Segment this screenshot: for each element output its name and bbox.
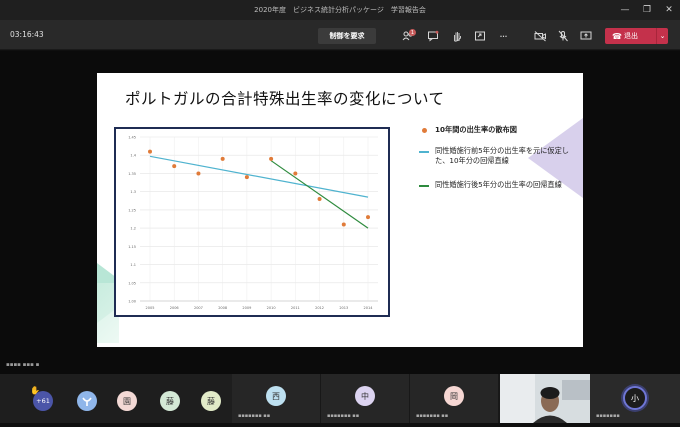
leave-button[interactable]: ☎ 退出 ⌄ (605, 28, 668, 44)
legend-label: 同性婚施行前5年分の出生率を元に仮定した、10年分の回帰直線 (435, 146, 569, 165)
data-point (220, 156, 225, 161)
slide-title: ポルトガルの合計特殊出生率の変化について (125, 90, 445, 108)
avatar[interactable]: 藤 (201, 391, 221, 411)
participant-name: ▪▪▪▪▪▪▪ ▪▪ (327, 413, 360, 419)
legend-item-scatter: 10年間の出生率の散布図 (419, 125, 569, 135)
avatar[interactable] (77, 391, 97, 411)
x-tick-label: 2006 (170, 306, 179, 310)
window-title-bar: 2020年度 ビジネス統計分析パッケージ 学習報告会 (0, 0, 680, 20)
data-point (293, 171, 298, 176)
minimize-icon[interactable]: — (614, 0, 636, 20)
data-point (366, 215, 370, 220)
self-tile[interactable]: 小 ▪▪▪▪▪▪▪ (590, 374, 680, 423)
legend-item-pre-regression: 同性婚施行前5年分の出生率を元に仮定した、10年分の回帰直線 (419, 146, 569, 166)
x-tick-label: 2005 (146, 306, 155, 310)
participants-badge: 1 (409, 29, 416, 36)
legend-marker-line (419, 185, 429, 187)
scatter-chart: 1.45 1.4 1.35 1.3 1.25 1.2 1.15 1.1 1.05 1.00 2005… (128, 136, 378, 310)
more-actions-button[interactable]: ··· (495, 28, 511, 44)
y-tick-label: 1.45 (128, 136, 136, 140)
more-icon: ··· (499, 29, 507, 43)
y-tick-label: 1.00 (128, 300, 136, 304)
window-controls: — ❐ ✕ (614, 0, 680, 20)
y-tick-label: 1.2 (130, 227, 136, 231)
avatar-image-icon (82, 397, 92, 406)
x-tick-label: 2012 (315, 306, 324, 310)
avatar: 岡 (444, 386, 464, 406)
legend-label: 10年間の出生率の散布図 (435, 125, 517, 134)
data-point (148, 149, 152, 154)
data-point (196, 171, 201, 176)
participant-tile[interactable]: 西 ▪▪▪▪▪▪▪ ▪▪ (232, 374, 320, 423)
mic-toggle-button[interactable] (555, 28, 571, 44)
mic-off-icon (558, 30, 568, 42)
legend-label: 同性婚施行後5年分の出生率の回帰直線 (435, 180, 562, 189)
presenter-caption: ▪▪▪▪ ▪▪▪ ▪ (6, 362, 40, 368)
shared-slide: ポルトガルの合計特殊出生率の変化について 1.45 1.4 1.35 1.3 1.25 1… (97, 73, 583, 347)
avatar: 中 (355, 386, 375, 406)
participants-button[interactable]: 1 (400, 28, 416, 44)
y-tick-label: 1.05 (128, 281, 136, 285)
chart-legend: 10年間の出生率の散布図 同性婚施行前5年分の出生率を元に仮定した、10年分の回… (419, 125, 569, 201)
x-tick-label: 2011 (291, 306, 300, 310)
meeting-timer: 03:16:43 (10, 30, 44, 39)
data-point (269, 156, 274, 161)
leave-label: 退出 (624, 32, 638, 40)
participant-video-tile[interactable] (500, 374, 590, 423)
y-tick-label: 1.35 (128, 172, 136, 176)
data-point (244, 175, 249, 180)
participant-tile[interactable]: 中 ▪▪▪▪▪▪▪ ▪▪ (321, 374, 409, 423)
hang-up-icon: ☎ (612, 31, 622, 41)
y-tick-label: 1.3 (130, 190, 136, 194)
share-tray-button[interactable] (472, 28, 488, 44)
camera-toggle-button[interactable] (532, 28, 548, 44)
close-icon[interactable]: ✕ (658, 0, 680, 20)
maximize-icon[interactable]: ❐ (636, 0, 658, 20)
data-point (317, 196, 322, 201)
participant-name: ▪▪▪▪▪▪▪ ▪▪ (238, 413, 271, 419)
share-tray-icon (475, 31, 485, 41)
avatar[interactable]: 園 (117, 391, 137, 411)
x-tick-label: 2013 (339, 306, 348, 310)
share-screen-icon (580, 31, 592, 40)
window-title: 2020年度 ビジネス統計分析パッケージ 学習報告会 (254, 6, 426, 14)
request-control-button[interactable]: 制御を要求 (318, 28, 376, 44)
regression-line (149, 155, 369, 198)
x-tick-label: 2014 (364, 306, 374, 310)
x-tick-label: 2010 (267, 306, 276, 310)
legend-item-post-regression: 同性婚施行後5年分の出生率の回帰直線 (419, 180, 569, 190)
chart-frame: 1.45 1.4 1.35 1.3 1.25 1.2 1.15 1.1 1.05 1.00 2005… (114, 127, 390, 317)
participant-video (500, 374, 590, 423)
participant-name: ▪▪▪▪▪▪▪ ▪▪ (416, 413, 449, 419)
x-tick-label: 2009 (242, 306, 251, 310)
participant-group-tile: ✋ +61 園 藤 藤 (0, 374, 232, 423)
y-tick-label: 1.1 (130, 263, 136, 267)
avatar[interactable]: 藤 (160, 391, 180, 411)
chat-button[interactable] (425, 28, 441, 44)
raise-hand-button[interactable] (449, 28, 465, 44)
y-tick-label: 1.15 (128, 245, 136, 249)
avatar: 小 (623, 386, 647, 410)
y-tick-label: 1.25 (128, 208, 136, 212)
overflow-count-avatar[interactable]: +61 (33, 391, 53, 411)
data-point (341, 222, 346, 227)
participant-strip: ✋ +61 園 藤 藤 西 ▪▪▪▪▪▪▪ ▪▪ 中 ▪▪▪▪▪▪▪ ▪▪ 岡 … (0, 374, 680, 423)
data-point (172, 164, 177, 169)
legend-marker-dot (422, 128, 427, 133)
chat-icon (428, 30, 439, 42)
camera-off-icon (534, 31, 546, 42)
x-tick-label: 2008 (218, 306, 227, 310)
participant-tile[interactable]: 岡 ▪▪▪▪▪▪▪ ▪▪ (410, 374, 498, 423)
meeting-toolbar: 03:16:43 制御を要求 1 ··· ☎ 退出 ⌄ (0, 20, 680, 50)
raise-hand-icon (454, 32, 461, 42)
avatar: 西 (266, 386, 286, 406)
legend-marker-line (419, 151, 429, 153)
chevron-down-icon[interactable]: ⌄ (656, 28, 668, 44)
x-tick-label: 2007 (194, 306, 203, 310)
share-screen-button[interactable] (578, 28, 594, 44)
y-tick-label: 1.4 (130, 154, 136, 158)
participant-name: ▪▪▪▪▪▪▪ (596, 413, 620, 419)
